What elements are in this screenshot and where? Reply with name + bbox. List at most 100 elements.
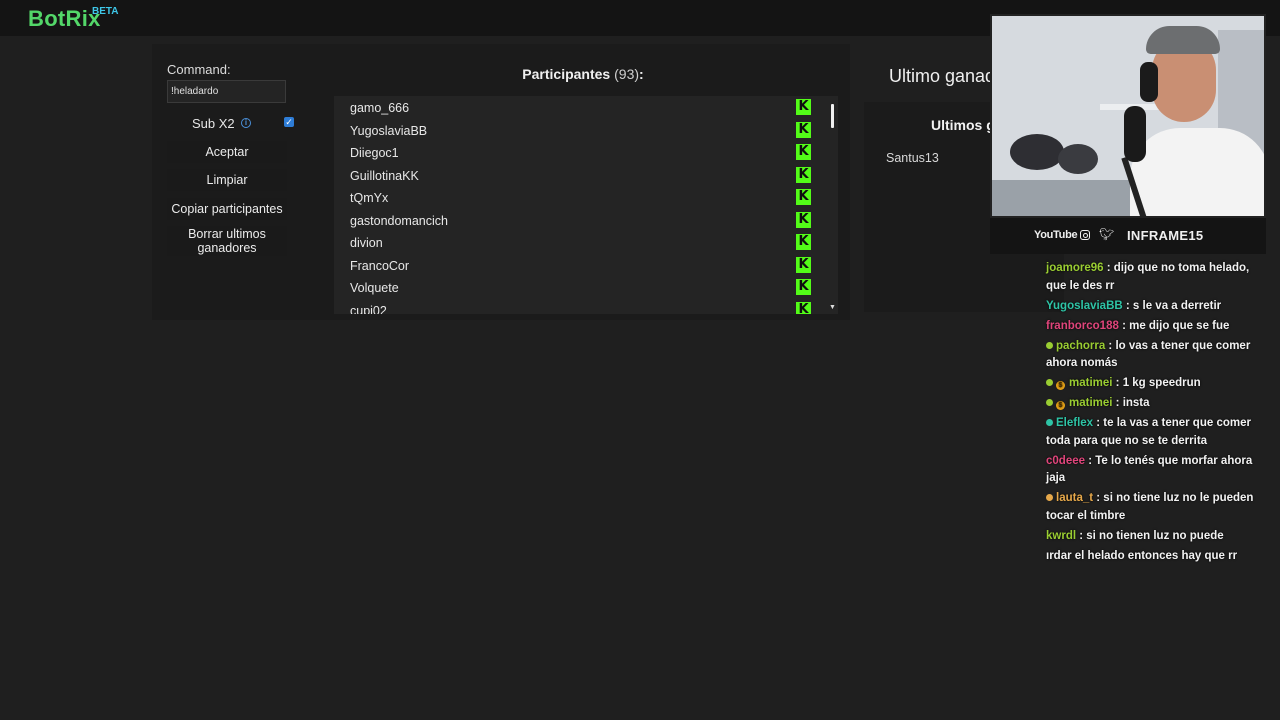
instagram-icon — [1080, 230, 1090, 240]
participant-name: gamo_666 — [350, 101, 410, 115]
cam-microphone — [1124, 106, 1146, 162]
chat-text: : me dijo que se fue — [1122, 319, 1230, 332]
chat-message: franborco188 : me dijo que se fue — [1046, 318, 1272, 336]
delete-winners-button[interactable]: Borrar ultimos ganadores — [167, 226, 287, 256]
cam-drum — [1058, 144, 1098, 174]
participants-title-text: Participantes — [522, 66, 611, 82]
clear-button[interactable]: Limpiar — [167, 169, 287, 191]
chat-text: : s le va a derretir — [1125, 299, 1222, 312]
delete-winners-label-line2: ganadores — [197, 241, 257, 255]
chat-overlay: joamore96 : dijo que no toma helado, que… — [1046, 260, 1272, 568]
participant-name: FrancoCor — [350, 258, 410, 273]
kick-icon: K — [796, 99, 811, 115]
chat-text: : insta — [1115, 397, 1150, 409]
chat-username: Eleflex — [1056, 417, 1094, 429]
chat-message: lauta_t : si no tiene luz no le pueden t… — [1046, 490, 1272, 525]
botrix-logo[interactable]: BotRix — [28, 6, 101, 32]
webcam-overlay — [990, 14, 1266, 218]
participant-row: divion K — [334, 231, 838, 254]
winner-entry: Santus13 — [886, 151, 939, 165]
user-badge-icon — [1046, 399, 1053, 406]
coin-badge-icon: $ — [1056, 401, 1065, 410]
chat-username: kwrdl — [1046, 529, 1077, 542]
last-winners-subtitle: Ultimos g — [931, 117, 995, 133]
command-label: Command: — [167, 62, 231, 77]
chat-text: : 1 kg speedrun — [1115, 377, 1201, 389]
sub-x2-checkbox[interactable]: ✓ — [284, 117, 294, 127]
kick-icon: K — [796, 189, 811, 205]
chat-message: pachorra : lo vas a tener que comer ahor… — [1046, 338, 1272, 373]
participant-row: GuillotinaKK K — [334, 164, 838, 187]
user-badge-icon — [1046, 494, 1053, 501]
participant-name: gastondomancich — [350, 213, 448, 228]
channel-handle: INFRAME15 — [1127, 228, 1204, 243]
participants-list[interactable]: gamo_666 K YugoslaviaBB K Diiegoc1 K Guillotin… — [334, 96, 838, 314]
participants-title: Participantes (93): — [334, 66, 832, 82]
participant-name: Volquete — [350, 281, 399, 295]
user-badge-icon — [1046, 419, 1053, 426]
scrollbar-thumb[interactable] — [831, 104, 834, 128]
chat-username: joamore96 — [1046, 262, 1104, 274]
kick-icon: K — [796, 279, 811, 295]
participant-row: YugoslaviaBB K — [334, 119, 838, 142]
participant-name: Diiegoc1 — [350, 146, 399, 160]
kick-icon: K — [796, 301, 811, 314]
kick-icon: K — [796, 234, 811, 250]
participant-name: YugoslaviaBB — [350, 123, 428, 138]
delete-winners-label-line1: Borrar ultimos — [188, 227, 266, 241]
kick-icon: K — [796, 211, 811, 228]
participant-name: cupi02 — [350, 303, 387, 315]
kick-icon: K — [796, 144, 811, 160]
participants-colon: : — [639, 66, 644, 82]
beta-badge: BETA — [92, 6, 119, 17]
chat-message: ırdar el helado entonces hay que rr — [1046, 548, 1272, 566]
cam-streamer-body — [1130, 128, 1264, 216]
chat-message: c0deee : Te lo tenés que morfar ahora ja… — [1046, 453, 1272, 488]
chat-text: ırdar el helado entonces hay que rr — [1046, 549, 1238, 562]
chat-username: c0deee — [1046, 454, 1086, 467]
chat-message: joamore96 : dijo que no toma helado, que… — [1046, 260, 1272, 295]
scroll-down-arrow-icon[interactable]: ▼ — [829, 304, 836, 311]
info-icon[interactable]: i — [241, 118, 251, 128]
chat-username: matimei — [1069, 397, 1113, 409]
participant-row: FrancoCor K — [334, 254, 838, 277]
chat-message: $ matimei : 1 kg speedrun — [1046, 375, 1272, 393]
chat-text: : si no tienen luz no puede — [1079, 529, 1224, 542]
participant-name: tQmYx — [350, 191, 389, 205]
chat-message: YugoslaviaBB : s le va a derretir — [1046, 298, 1272, 316]
participant-name: GuillotinaKK — [350, 168, 419, 183]
twitter-icon: 🐦︎ — [1099, 227, 1115, 241]
youtube-label: YouTube — [1034, 229, 1078, 241]
participant-row: gamo_666 K — [334, 96, 838, 119]
kick-icon: K — [796, 166, 811, 183]
participants-count: (93) — [614, 66, 640, 82]
kick-icon: K — [796, 121, 811, 138]
cam-headphones — [1140, 62, 1158, 102]
chat-username: franborco188 — [1046, 319, 1119, 332]
coin-badge-icon: $ — [1056, 381, 1065, 390]
user-badge-icon — [1046, 379, 1053, 386]
accept-button[interactable]: Aceptar — [167, 141, 287, 163]
chat-username: lauta_t — [1056, 492, 1094, 504]
chat-message: $ matimei : insta — [1046, 395, 1272, 413]
social-bar: YouTube 🐦︎ INFRAME15 — [990, 218, 1266, 254]
cam-streamer-cap — [1146, 26, 1220, 54]
chat-message: kwrdl : si no tienen luz no puede — [1046, 528, 1272, 546]
kick-icon: K — [796, 256, 811, 273]
participant-row: gastondomancich K — [334, 209, 838, 232]
participant-row: Volquete K — [334, 276, 838, 299]
chat-username: YugoslaviaBB — [1046, 299, 1123, 312]
command-input[interactable] — [167, 80, 286, 103]
cam-drum — [1010, 134, 1064, 170]
participants-scrollbar[interactable] — [828, 98, 836, 314]
user-badge-icon — [1046, 341, 1053, 349]
chat-username: pachorra — [1056, 339, 1106, 352]
chat-username: matimei — [1069, 377, 1113, 389]
participant-row: tQmYx K — [334, 186, 838, 209]
participant-row: cupi02 K — [334, 299, 838, 315]
sub-x2-label: Sub X2 — [192, 116, 235, 131]
participant-name: divion — [350, 236, 383, 250]
chat-message: Eleflex : te la vas a tener que comer to… — [1046, 415, 1272, 450]
copy-participants-button[interactable]: Copiar participantes — [167, 198, 287, 220]
participant-row: Diiegoc1 K — [334, 141, 838, 164]
